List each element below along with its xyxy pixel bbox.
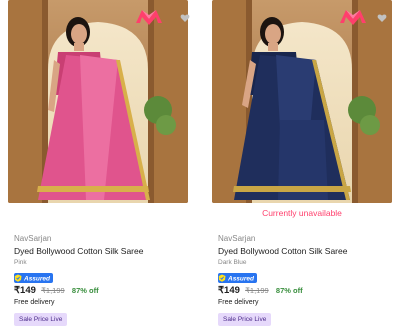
price-row: ₹149 ₹1,199 87% off [218, 285, 303, 296]
sale-tag: Sale Price Live [218, 313, 272, 326]
product-color: Dark Blue [218, 259, 247, 266]
selling-price: ₹149 [14, 285, 36, 296]
product-image[interactable] [212, 0, 392, 203]
assured-badge-icon: Assured [218, 270, 257, 283]
product-brand: NavSarjan [14, 234, 52, 243]
brand-logo [338, 6, 368, 26]
brand-logo [134, 6, 164, 26]
product-title[interactable]: Dyed Bollywood Cotton Silk Saree [218, 246, 347, 256]
price-row: ₹149 ₹1,199 87% off [14, 285, 99, 296]
delivery-info: Free delivery [14, 299, 55, 306]
svg-text:Assured: Assured [227, 275, 255, 282]
original-price: ₹1,199 [245, 286, 269, 295]
delivery-info: Free delivery [218, 299, 259, 306]
availability-status: Currently unavailable [262, 208, 342, 218]
discount-label: 87% off [275, 286, 303, 295]
selling-price: ₹149 [218, 285, 240, 296]
product-image[interactable] [8, 0, 188, 203]
discount-label: 87% off [71, 286, 99, 295]
product-color: Pink [14, 259, 27, 266]
original-price: ₹1,199 [41, 286, 65, 295]
assured-badge-icon: Assured [14, 270, 53, 283]
svg-text:Assured: Assured [23, 275, 51, 282]
product-grid: NavSarjan Dyed Bollywood Cotton Silk Sar… [0, 0, 400, 330]
heart-icon[interactable] [377, 10, 387, 22]
heart-icon[interactable] [180, 10, 190, 22]
product-title[interactable]: Dyed Bollywood Cotton Silk Saree [14, 246, 143, 256]
sale-tag: Sale Price Live [14, 313, 68, 326]
product-brand: NavSarjan [218, 234, 256, 243]
